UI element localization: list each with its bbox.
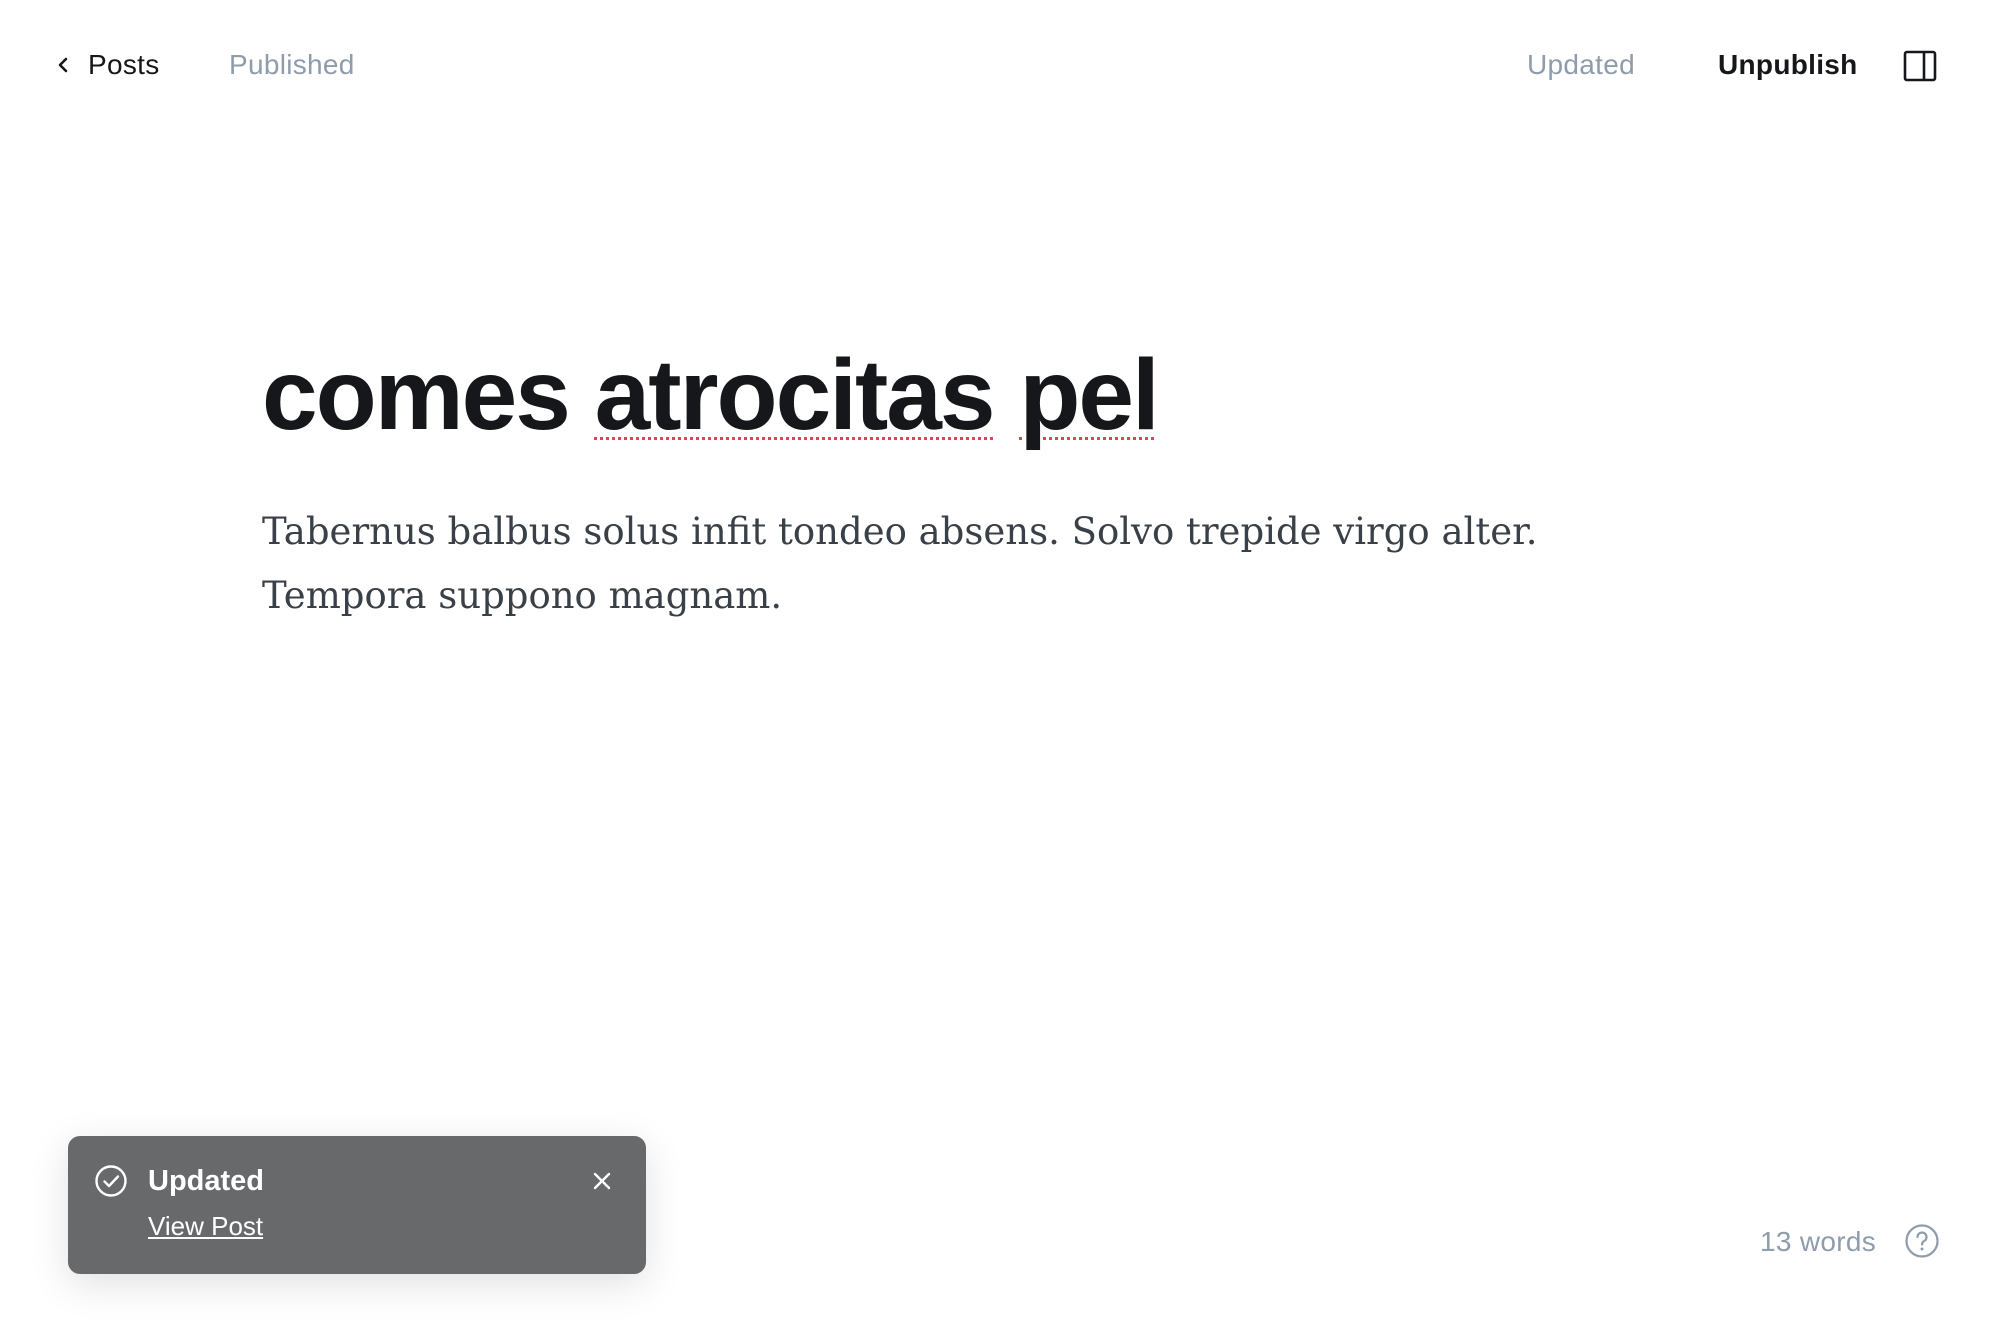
view-post-link[interactable]: View Post	[148, 1208, 263, 1244]
back-to-posts-link[interactable]: Posts	[56, 44, 160, 86]
check-circle-icon	[94, 1164, 128, 1198]
sidebar-toggle-icon[interactable]	[1902, 48, 1938, 84]
post-body-editor[interactable]: Tabernus balbus solus infit tondeo absen…	[262, 500, 1682, 628]
close-icon[interactable]	[588, 1167, 616, 1195]
word-count: 13 words	[1760, 1226, 1877, 1257]
title-word-misspelled: pel	[1019, 339, 1159, 451]
unpublish-button[interactable]: Unpublish	[1718, 44, 1858, 86]
post-status-label: Published	[229, 49, 355, 80]
question-circle-icon[interactable]	[1904, 1223, 1940, 1259]
title-word: comes	[262, 339, 571, 451]
chevron-left-icon	[56, 54, 70, 76]
post-title-input[interactable]: comes atrocitas pel	[262, 330, 1722, 460]
title-word-misspelled: atrocitas	[594, 339, 996, 451]
editor-header: Posts Published Updated Unpublish	[0, 0, 2000, 128]
back-link-label: Posts	[88, 49, 160, 80]
update-notification-toast: Updated View Post	[68, 1136, 646, 1274]
toast-title: Updated	[148, 1165, 264, 1197]
post-editor: comes atrocitas pel Tabernus balbus solu…	[262, 330, 1722, 628]
save-status-label: Updated	[1527, 49, 1635, 80]
